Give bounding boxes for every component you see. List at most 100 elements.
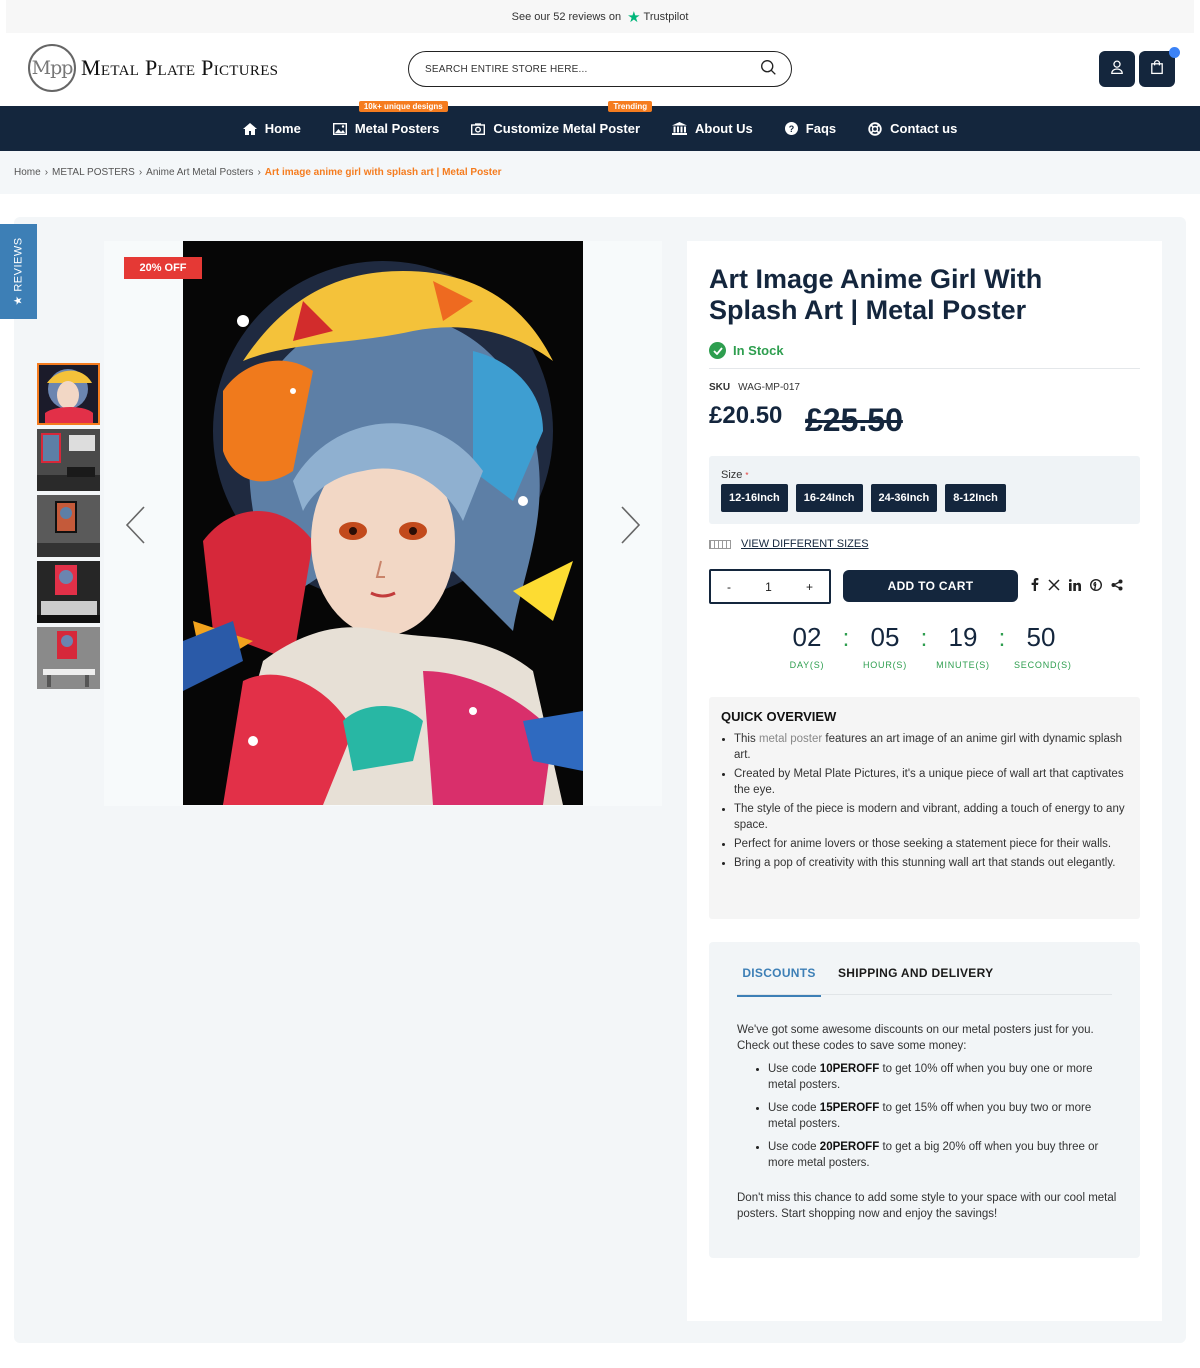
countdown-separator: : [842,625,850,652]
gallery-next-arrow-icon[interactable] [620,505,642,550]
nav-home[interactable]: Home [242,106,301,151]
countdown-separator: : [920,625,928,652]
cart-notification-dot [1169,47,1180,58]
tab-discounts[interactable]: DISCOUNTS [737,966,821,997]
product-main-image[interactable] [183,241,583,805]
logo-mark: Mpp [28,44,76,92]
list-item: This metal poster features an art image … [721,731,1125,763]
size-option-12-16[interactable]: 12-16Inch [721,484,788,512]
thumbnail-5[interactable] [37,627,100,689]
code-description: to get 15% off when you buy two or more … [768,1102,1092,1130]
countdown-hours-label: HOUR(S) [862,660,908,670]
ruler-icon [709,539,731,549]
stock-status: In Stock [709,342,784,359]
add-to-cart-button[interactable]: ADD TO CART [843,570,1018,602]
discount-code: 20PEROFF [819,1141,880,1153]
tab-shipping-delivery[interactable]: SHIPPING AND DELIVERY [838,966,993,980]
nav-label-faqs: Faqs [805,121,837,136]
nav-metal-posters[interactable]: 10k+ unique designs Metal Posters [332,101,448,151]
nav-customize[interactable]: Trending Customize Metal Poster [471,101,653,151]
reviews-count: 52 [553,10,566,23]
discount-code: 10PEROFF [819,1063,880,1075]
quantity-stepper: - 1 + [709,569,831,604]
facebook-icon[interactable] [1031,578,1039,591]
nav-label-metal-posters: Metal Posters [354,121,440,136]
required-asterisk: * [745,471,749,480]
list-item: Use code 15PEROFF to get 15% off when yo… [755,1100,1105,1132]
thumbnail-2[interactable] [37,429,100,491]
trustpilot-brand: Trustpilot [643,10,689,23]
breadcrumb-home[interactable]: Home [14,167,41,178]
gallery-prev-arrow-icon[interactable] [124,505,146,550]
breadcrumb: Home › METAL POSTERS › Anime Art Metal Pos… [0,151,1200,194]
countdown-seconds-value: 50 [1026,622,1056,652]
size-option-8-12[interactable]: 8-12Inch [945,484,1006,512]
breadcrumb-current: Art image anime girl with splash art | M… [264,167,502,178]
account-button[interactable] [1099,51,1135,87]
cart-button[interactable] [1139,47,1180,87]
list-item: The style of the piece is modern and vib… [721,801,1125,833]
share-icon[interactable] [1111,579,1123,591]
size-options: 12-16Inch 16-24Inch 24-36Inch 8-12Inch [721,484,1014,512]
thumbnail-list [37,363,100,693]
trustpilot-bar[interactable]: See our 52 reviews on ★ Trustpilot [6,0,1194,33]
search-input[interactable] [425,63,760,75]
thumbnail-1[interactable] [37,363,100,425]
shopping-bag-icon [1149,59,1165,80]
user-icon [1109,59,1125,80]
countdown-days-value: 02 [792,622,822,652]
view-sizes-link[interactable]: VIEW DIFFERENT SIZES [709,538,869,550]
discounts-outro: Don't miss this chance to add some style… [737,1192,1117,1220]
search-icon[interactable] [760,59,777,79]
reviews-tab-label: ★ REVIEWS [13,237,25,306]
qty-value[interactable]: 1 [765,580,772,594]
breadcrumb-anime-category[interactable]: Anime Art Metal Posters [146,167,253,178]
trustpilot-star-icon: ★ [627,8,641,26]
countdown-days-label: DAY(S) [789,660,825,670]
current-price: £20.50 [709,402,783,429]
breadcrumb-separator: › [138,167,143,178]
site-header: Mpp Metal Plate Pictures [0,33,1200,106]
breadcrumb-metal-posters[interactable]: METAL POSTERS [52,167,135,178]
nav-faqs[interactable]: ? Faqs [784,106,837,151]
sku-value: WAG-MP-017 [738,382,800,393]
countdown-minutes-value: 19 [948,622,978,652]
size-option-24-36[interactable]: 24-36Inch [870,484,938,512]
divider [709,368,1140,369]
site-logo[interactable]: Mpp Metal Plate Pictures [28,44,278,92]
list-item: Use code 20PEROFF to get a big 20% off w… [755,1139,1105,1171]
breadcrumb-separator: › [44,167,49,178]
linkedin-icon[interactable] [1069,578,1081,591]
pinterest-icon[interactable] [1090,578,1102,591]
nav-about-us[interactable]: About Us [672,106,753,151]
list-item: Use code 10PEROFF to get 10% off when yo… [755,1061,1105,1093]
x-twitter-icon[interactable] [1048,578,1060,591]
nav-contact-us[interactable]: Contact us [868,106,957,151]
metal-poster-link[interactable]: metal poster [759,733,822,745]
view-sizes-label: VIEW DIFFERENT SIZES [741,538,869,550]
main-nav: Home 10k+ unique designs Metal Posters T… [0,101,1200,151]
qty-increase-button[interactable]: + [806,580,813,594]
countdown-days: 02 DAY(S) [780,622,834,670]
nav-label-about-us: About Us [695,121,753,136]
thumbnail-3[interactable] [37,495,100,557]
qty-decrease-button[interactable]: - [727,580,731,594]
size-option-16-24[interactable]: 16-24Inch [795,484,863,512]
discount-code: 15PEROFF [819,1102,880,1114]
discount-badge: 20% OFF [124,257,202,279]
thumbnail-4[interactable] [37,561,100,623]
list-item: Created by Metal Plate Pictures, it's a … [721,766,1125,798]
code-prefix: Use code [768,1141,817,1153]
nav-label-home: Home [264,121,301,136]
reviews-side-tab[interactable]: ★ REVIEWS [0,224,37,319]
nav-tag-unique-designs: 10k+ unique designs [358,101,448,112]
size-label-text: Size [721,469,743,481]
reviews-suffix: reviews on [568,10,622,23]
search-bar [408,51,792,87]
size-label: Size * [721,469,749,481]
bank-icon [672,122,688,135]
share-icons [1031,578,1132,591]
overview-first-prefix: This [734,733,756,745]
check-circle-icon [709,342,726,359]
code-description: to get a big 20% off when you buy three … [768,1141,1099,1169]
